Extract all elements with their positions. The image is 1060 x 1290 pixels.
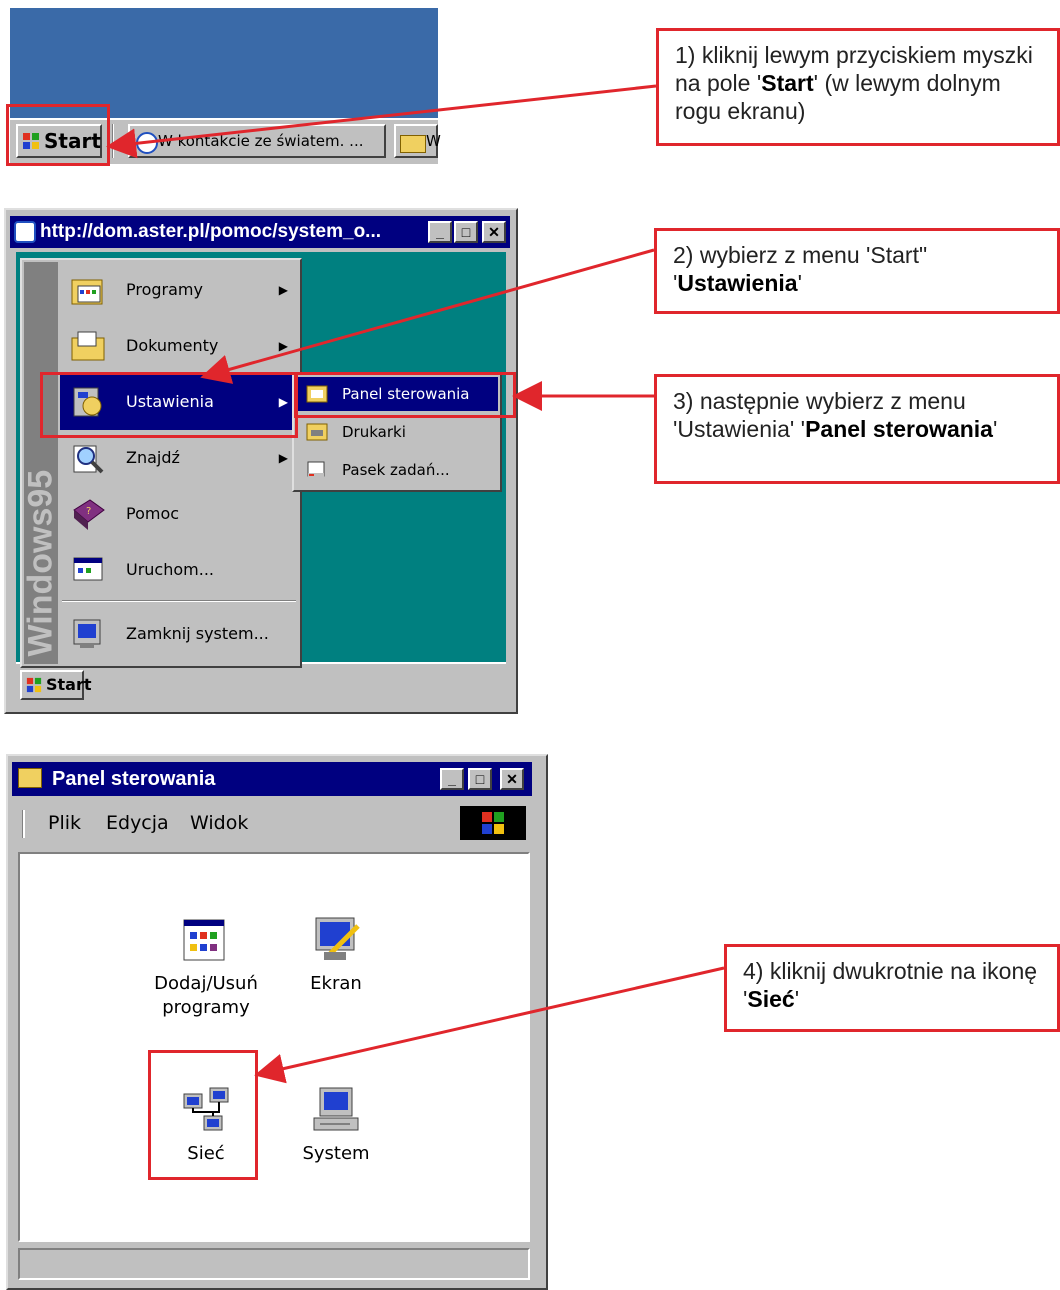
- arrow-step-2: [200, 248, 655, 384]
- arrow-step-4: [254, 966, 725, 1084]
- annotation-arrows: [106, 84, 725, 1084]
- arrow-step-1: [106, 84, 657, 159]
